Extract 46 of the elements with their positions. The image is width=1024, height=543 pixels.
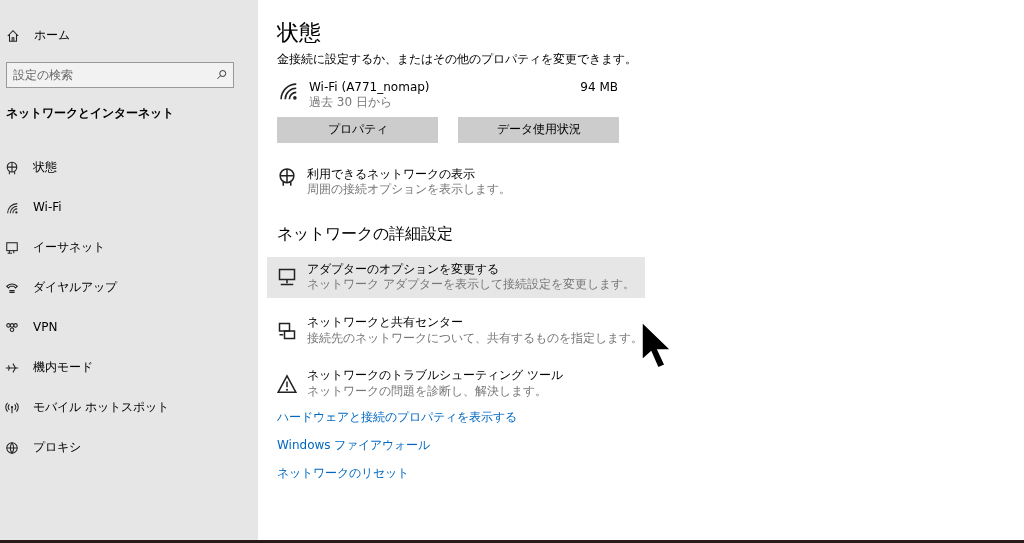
monitor-icon <box>5 240 19 255</box>
setting-title: アダプターのオプションを変更する <box>307 261 500 278</box>
setting-description: ネットワークの問題を診断し、解決します。 <box>307 383 548 400</box>
network-name: Wi-Fi (A771_nomap) <box>309 79 431 96</box>
search-icon <box>216 69 228 81</box>
globe-icon <box>5 160 19 175</box>
section-heading: ネットワークとインターネット <box>6 106 175 122</box>
globe-icon <box>277 166 297 187</box>
page-title: 状態 <box>277 19 322 47</box>
sidebar-item[interactable]: プロキシ <box>0 427 258 468</box>
section-heading: ネットワークの詳細設定 <box>277 223 454 245</box>
windows-icon <box>277 320 297 341</box>
warning-icon <box>277 373 297 394</box>
action-button[interactable]: データ使用状況 <box>458 116 619 143</box>
setting-description: 周囲の接続オプションを表示します。 <box>307 182 511 198</box>
setting-description: ネットワーク アダプターを表示して接続設定を変更します。 <box>307 277 635 293</box>
vpn-icon <box>5 320 19 335</box>
sidebar-item[interactable]: ダイヤルアップ <box>0 267 258 308</box>
period-text: 過去 30 日から <box>309 95 393 111</box>
monitor-icon <box>277 267 297 288</box>
home-link[interactable]: ホーム <box>0 24 258 48</box>
sidebar-item[interactable]: Wi-Fi <box>0 187 258 228</box>
description-text: 金接続に設定するか、またはその他のプロパティを変更できます。 <box>277 52 638 68</box>
globe-icon <box>5 440 19 455</box>
setting-description: 接続先のネットワークについて、共有するものを指定します。 <box>307 330 643 347</box>
setting-item[interactable]: ネットワークのトラブルシューティング ツール ネットワークの問題を診断し、解決します。 <box>267 363 573 405</box>
home-icon <box>6 29 20 43</box>
link[interactable]: ハードウェアと接続のプロパティを表示する <box>277 410 517 426</box>
wifi-icon <box>5 200 19 215</box>
action-button[interactable]: プロパティ <box>277 116 438 143</box>
search-field[interactable]: 設定の検索 <box>6 62 234 88</box>
setting-link[interactable]: 利用できるネットワークの表示 <box>307 166 511 183</box>
phone-icon <box>5 280 19 295</box>
antenna-icon <box>5 400 19 415</box>
link[interactable]: ネットワークのリセット <box>277 465 409 482</box>
setting-title: ネットワークのトラブルシューティング ツール <box>307 368 563 384</box>
setting-title: ネットワークと共有センター <box>307 314 464 331</box>
sidebar-item[interactable]: イーサネット <box>0 227 258 268</box>
sidebar-item[interactable]: 機内モード <box>0 347 258 388</box>
sidebar-item[interactable]: 状態 <box>0 147 258 188</box>
sidebar-item[interactable]: VPN <box>0 307 258 348</box>
setting-item[interactable]: アダプターのオプションを変更する ネットワーク アダプターを表示して接続設定を変更します。 <box>267 256 645 298</box>
sidebar-item[interactable]: モバイル ホットスポット <box>0 387 258 428</box>
link[interactable]: Windows ファイアウォール <box>277 437 431 454</box>
data-usage: 94 MB <box>580 79 618 96</box>
airplane-icon <box>5 360 19 375</box>
